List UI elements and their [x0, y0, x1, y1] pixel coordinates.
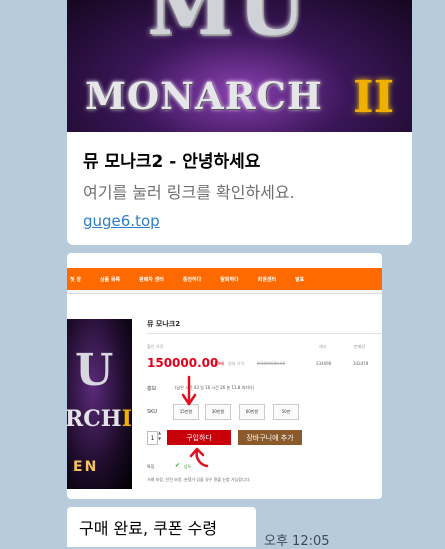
chat-message-text: 구매 완료, 쿠폰 수령: [79, 519, 218, 538]
banner-logo-mu: MU: [147, 0, 310, 53]
shop-screenshot-image[interactable]: 첫 장 상품 목록 판매자 센터 충전하다 탈퇴하다 회원센터 발표 U RCH…: [67, 253, 382, 499]
preview-description: 여기를 눌러 링크를 확인하세요.: [83, 183, 295, 202]
annotation-arrows: [181, 375, 209, 468]
curved-up-arrow-icon: [189, 447, 209, 468]
preview-title: 뮤 모나크2 - 안녕하세요: [83, 152, 261, 172]
preview-banner-image[interactable]: MU MONARCH II: [67, 0, 412, 132]
message-timestamp: 오후 12:05: [264, 534, 330, 549]
down-arrow-icon: [181, 375, 197, 406]
banner-logo-roman: II: [353, 72, 395, 123]
link-preview-card[interactable]: MU MONARCH II 뮤 모나크2 - 안녕하세요 여기를 눌러 링크를 …: [67, 0, 412, 245]
banner-logo-monarch: MONARCH: [85, 74, 323, 118]
preview-url-link[interactable]: guge6.top: [83, 212, 160, 230]
chat-message-bubble[interactable]: 구매 완료, 쿠폰 수령: [67, 507, 256, 547]
